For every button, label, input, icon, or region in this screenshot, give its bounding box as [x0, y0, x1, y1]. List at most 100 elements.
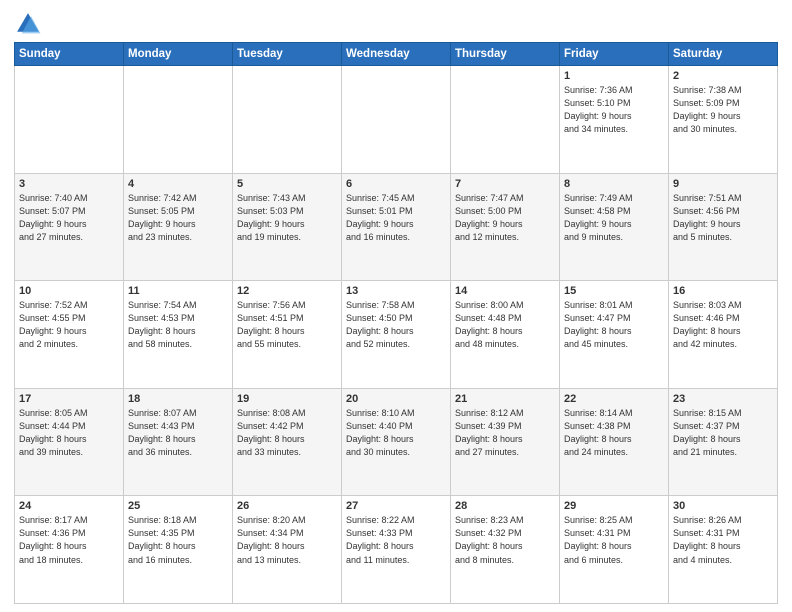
col-header-thursday: Thursday [451, 43, 560, 66]
day-cell: 8 Sunrise: 7:49 AM Sunset: 4:58 PM Daylig… [560, 173, 669, 281]
day-number: 24 [19, 500, 119, 512]
col-header-saturday: Saturday [669, 43, 778, 66]
day-cell [342, 66, 451, 174]
day-info: Sunrise: 8:15 AM Sunset: 4:37 PM Dayligh… [673, 407, 773, 459]
day-info: Sunrise: 7:56 AM Sunset: 4:51 PM Dayligh… [237, 299, 337, 351]
day-info: Sunrise: 8:26 AM Sunset: 4:31 PM Dayligh… [673, 514, 773, 566]
day-number: 13 [346, 285, 446, 297]
col-header-sunday: Sunday [15, 43, 124, 66]
day-cell: 1Sunrise: 7:36 AM Sunset: 5:10 PM Daylig… [560, 66, 669, 174]
day-cell: 16 Sunrise: 8:03 AM Sunset: 4:46 PM Dayli… [669, 281, 778, 389]
day-number: 15 [564, 285, 664, 297]
col-header-tuesday: Tuesday [233, 43, 342, 66]
col-header-friday: Friday [560, 43, 669, 66]
day-cell [233, 66, 342, 174]
day-info: Sunrise: 7:36 AM Sunset: 5:10 PM Dayligh… [564, 84, 664, 136]
day-cell: 14Sunrise: 8:00 AM Sunset: 4:48 PM Dayli… [451, 281, 560, 389]
day-cell: 7 Sunrise: 7:47 AM Sunset: 5:00 PM Daylig… [451, 173, 560, 281]
week-row-1: 1Sunrise: 7:36 AM Sunset: 5:10 PM Daylig… [15, 66, 778, 174]
day-number: 7 [455, 178, 555, 190]
logo [14, 10, 46, 38]
day-info: Sunrise: 7:58 AM Sunset: 4:50 PM Dayligh… [346, 299, 446, 351]
day-cell: 12 Sunrise: 7:56 AM Sunset: 4:51 PM Dayli… [233, 281, 342, 389]
day-info: Sunrise: 8:22 AM Sunset: 4:33 PM Dayligh… [346, 514, 446, 566]
day-cell: 19 Sunrise: 8:08 AM Sunset: 4:42 PM Dayli… [233, 388, 342, 496]
col-header-wednesday: Wednesday [342, 43, 451, 66]
col-header-monday: Monday [124, 43, 233, 66]
day-cell: 20Sunrise: 8:10 AM Sunset: 4:40 PM Dayli… [342, 388, 451, 496]
day-info: Sunrise: 8:10 AM Sunset: 4:40 PM Dayligh… [346, 407, 446, 459]
week-row-4: 17 Sunrise: 8:05 AM Sunset: 4:44 PM Dayli… [15, 388, 778, 496]
day-info: Sunrise: 8:03 AM Sunset: 4:46 PM Dayligh… [673, 299, 773, 351]
day-number: 10 [19, 285, 119, 297]
day-info: Sunrise: 8:08 AM Sunset: 4:42 PM Dayligh… [237, 407, 337, 459]
day-number: 30 [673, 500, 773, 512]
day-cell: 30 Sunrise: 8:26 AM Sunset: 4:31 PM Dayli… [669, 496, 778, 604]
day-number: 29 [564, 500, 664, 512]
calendar: SundayMondayTuesdayWednesdayThursdayFrid… [14, 42, 778, 604]
calendar-table: SundayMondayTuesdayWednesdayThursdayFrid… [14, 42, 778, 604]
day-cell [451, 66, 560, 174]
day-info: Sunrise: 8:23 AM Sunset: 4:32 PM Dayligh… [455, 514, 555, 566]
day-cell: 27 Sunrise: 8:22 AM Sunset: 4:33 PM Dayli… [342, 496, 451, 604]
day-info: Sunrise: 7:45 AM Sunset: 5:01 PM Dayligh… [346, 192, 446, 244]
day-info: Sunrise: 7:43 AM Sunset: 5:03 PM Dayligh… [237, 192, 337, 244]
day-cell: 25 Sunrise: 8:18 AM Sunset: 4:35 PM Dayli… [124, 496, 233, 604]
day-info: Sunrise: 8:17 AM Sunset: 4:36 PM Dayligh… [19, 514, 119, 566]
day-info: Sunrise: 7:38 AM Sunset: 5:09 PM Dayligh… [673, 84, 773, 136]
day-number: 18 [128, 393, 228, 405]
day-number: 8 [564, 178, 664, 190]
day-cell: 24 Sunrise: 8:17 AM Sunset: 4:36 PM Dayli… [15, 496, 124, 604]
day-info: Sunrise: 8:05 AM Sunset: 4:44 PM Dayligh… [19, 407, 119, 459]
day-cell: 6 Sunrise: 7:45 AM Sunset: 5:01 PM Daylig… [342, 173, 451, 281]
day-cell: 2 Sunrise: 7:38 AM Sunset: 5:09 PM Daylig… [669, 66, 778, 174]
day-cell: 11 Sunrise: 7:54 AM Sunset: 4:53 PM Dayli… [124, 281, 233, 389]
day-cell: 5 Sunrise: 7:43 AM Sunset: 5:03 PM Daylig… [233, 173, 342, 281]
day-cell [15, 66, 124, 174]
day-number: 2 [673, 70, 773, 82]
day-cell: 22Sunrise: 8:14 AM Sunset: 4:38 PM Dayli… [560, 388, 669, 496]
day-number: 16 [673, 285, 773, 297]
day-number: 26 [237, 500, 337, 512]
day-number: 6 [346, 178, 446, 190]
day-number: 28 [455, 500, 555, 512]
day-number: 27 [346, 500, 446, 512]
day-number: 19 [237, 393, 337, 405]
day-number: 12 [237, 285, 337, 297]
day-info: Sunrise: 7:51 AM Sunset: 4:56 PM Dayligh… [673, 192, 773, 244]
day-cell: 21 Sunrise: 8:12 AM Sunset: 4:39 PM Dayli… [451, 388, 560, 496]
week-row-5: 24 Sunrise: 8:17 AM Sunset: 4:36 PM Dayli… [15, 496, 778, 604]
day-info: Sunrise: 8:01 AM Sunset: 4:47 PM Dayligh… [564, 299, 664, 351]
day-info: Sunrise: 8:12 AM Sunset: 4:39 PM Dayligh… [455, 407, 555, 459]
day-number: 25 [128, 500, 228, 512]
day-cell: 18Sunrise: 8:07 AM Sunset: 4:43 PM Dayli… [124, 388, 233, 496]
day-number: 5 [237, 178, 337, 190]
day-info: Sunrise: 7:40 AM Sunset: 5:07 PM Dayligh… [19, 192, 119, 244]
day-cell: 10 Sunrise: 7:52 AM Sunset: 4:55 PM Dayli… [15, 281, 124, 389]
day-info: Sunrise: 8:20 AM Sunset: 4:34 PM Dayligh… [237, 514, 337, 566]
day-info: Sunrise: 7:54 AM Sunset: 4:53 PM Dayligh… [128, 299, 228, 351]
day-cell: 3Sunrise: 7:40 AM Sunset: 5:07 PM Daylig… [15, 173, 124, 281]
day-cell: 4 Sunrise: 7:42 AM Sunset: 5:05 PM Daylig… [124, 173, 233, 281]
day-info: Sunrise: 8:25 AM Sunset: 4:31 PM Dayligh… [564, 514, 664, 566]
day-info: Sunrise: 7:42 AM Sunset: 5:05 PM Dayligh… [128, 192, 228, 244]
day-number: 4 [128, 178, 228, 190]
header [14, 10, 778, 38]
logo-icon [14, 10, 42, 38]
day-number: 11 [128, 285, 228, 297]
day-info: Sunrise: 7:52 AM Sunset: 4:55 PM Dayligh… [19, 299, 119, 351]
day-info: Sunrise: 7:47 AM Sunset: 5:00 PM Dayligh… [455, 192, 555, 244]
header-row: SundayMondayTuesdayWednesdayThursdayFrid… [15, 43, 778, 66]
day-cell: 13 Sunrise: 7:58 AM Sunset: 4:50 PM Dayli… [342, 281, 451, 389]
day-number: 9 [673, 178, 773, 190]
day-info: Sunrise: 8:00 AM Sunset: 4:48 PM Dayligh… [455, 299, 555, 351]
day-cell: 23 Sunrise: 8:15 AM Sunset: 4:37 PM Dayli… [669, 388, 778, 496]
day-number: 17 [19, 393, 119, 405]
day-info: Sunrise: 7:49 AM Sunset: 4:58 PM Dayligh… [564, 192, 664, 244]
day-cell: 17 Sunrise: 8:05 AM Sunset: 4:44 PM Dayli… [15, 388, 124, 496]
day-number: 23 [673, 393, 773, 405]
day-number: 21 [455, 393, 555, 405]
day-info: Sunrise: 8:18 AM Sunset: 4:35 PM Dayligh… [128, 514, 228, 566]
day-cell: 29 Sunrise: 8:25 AM Sunset: 4:31 PM Dayli… [560, 496, 669, 604]
day-number: 22 [564, 393, 664, 405]
